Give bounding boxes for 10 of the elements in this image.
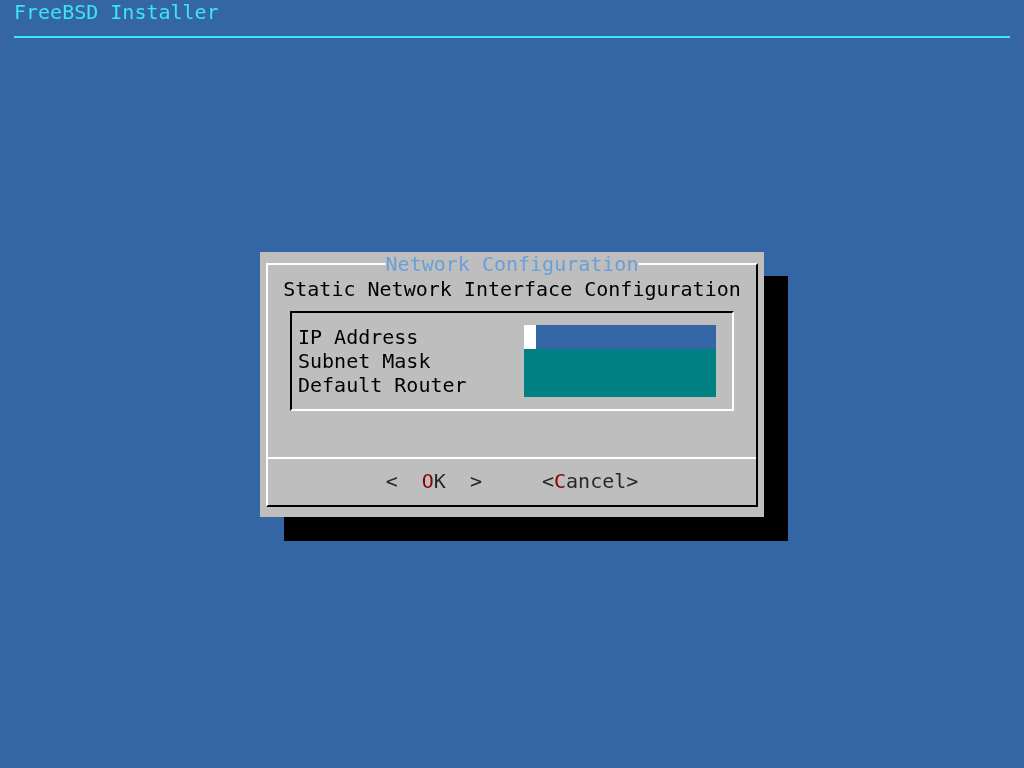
- cancel-button[interactable]: <Cancel>: [542, 468, 639, 493]
- installer-title: FreeBSD Installer: [14, 0, 219, 24]
- ok-button[interactable]: < OK >: [385, 468, 482, 493]
- input-field[interactable]: [524, 372, 716, 397]
- input-field[interactable]: [524, 348, 716, 373]
- dialog-prompt: Static Network Interface Configuration: [283, 276, 741, 301]
- field-label: Default Router: [298, 372, 468, 397]
- field-label: Subnet Mask: [298, 348, 432, 373]
- field-label: IP Address: [298, 324, 420, 349]
- input-field[interactable]: [524, 324, 716, 349]
